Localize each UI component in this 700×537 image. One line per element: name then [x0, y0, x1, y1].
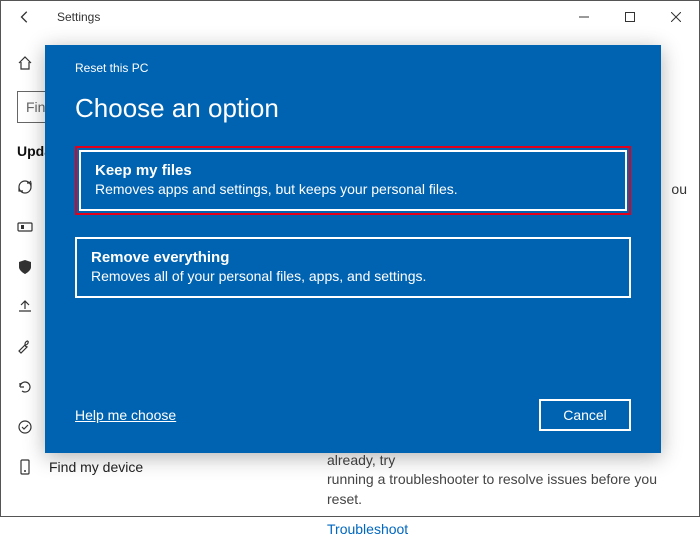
delivery-icon — [17, 219, 33, 235]
back-button[interactable] — [9, 1, 41, 33]
close-button[interactable] — [653, 1, 699, 33]
minimize-icon — [579, 12, 589, 22]
window-controls — [561, 1, 699, 33]
dialog-breadcrumb: Reset this PC — [75, 61, 631, 75]
dialog-title: Choose an option — [75, 93, 631, 124]
find-device-icon — [17, 459, 33, 475]
home-icon — [17, 55, 33, 71]
wrench-icon — [17, 339, 33, 355]
activation-icon — [17, 419, 33, 435]
option-desc: Removes all of your personal files, apps… — [91, 268, 615, 284]
sidebar-item-find-device[interactable]: Find my device — [17, 447, 301, 487]
close-icon — [671, 12, 681, 22]
maximize-icon — [625, 12, 635, 22]
arrow-left-icon — [18, 10, 32, 24]
maximize-button[interactable] — [607, 1, 653, 33]
app-title: Settings — [57, 10, 100, 24]
option-desc: Removes apps and settings, but keeps you… — [95, 181, 611, 197]
troubleshoot-link[interactable]: Troubleshoot — [327, 521, 673, 537]
sync-icon — [17, 179, 33, 195]
option-title: Remove everything — [91, 249, 615, 266]
cancel-button[interactable]: Cancel — [539, 399, 631, 431]
title-bar: Settings — [1, 1, 699, 33]
option-title: Keep my files — [95, 162, 611, 179]
highlight-indicator: Keep my files Removes apps and settings,… — [75, 146, 631, 215]
option-keep-files[interactable]: Keep my files Removes apps and settings,… — [79, 150, 627, 211]
text-fragment: ou — [671, 181, 687, 197]
option-remove-everything[interactable]: Remove everything Removes all of your pe… — [75, 237, 631, 298]
recovery-icon — [17, 379, 33, 395]
dialog-footer: Help me choose Cancel — [75, 399, 631, 431]
backup-icon — [17, 299, 33, 315]
help-link[interactable]: Help me choose — [75, 407, 176, 423]
reset-pc-dialog: Reset this PC Choose an option Keep my f… — [45, 45, 661, 453]
minimize-button[interactable] — [561, 1, 607, 33]
sidebar-item-label: Find my device — [49, 459, 143, 475]
shield-icon — [17, 259, 33, 275]
